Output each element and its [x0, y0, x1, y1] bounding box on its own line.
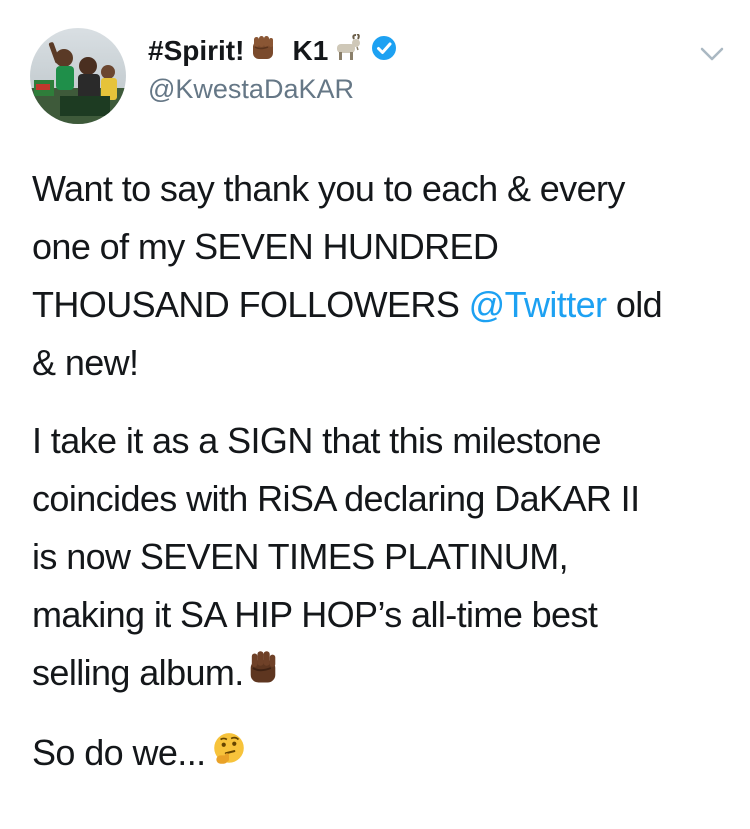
tweet-line: making it SA HIP HOP’s all-time best	[32, 594, 598, 635]
tweet-paragraph-3: So do we...	[32, 724, 722, 784]
thinking-face-icon	[210, 727, 248, 785]
tweet-text: Want to say thank you to each & every on…	[32, 160, 722, 805]
tweet-line: So do we...	[32, 724, 722, 784]
tweet-line: one of my SEVEN HUNDRED	[32, 226, 499, 267]
tweet-line: coincides with RiSA declaring DaKAR II	[32, 478, 640, 519]
tweet-line: & new!	[32, 342, 139, 383]
tweet-menu-button[interactable]	[696, 38, 728, 70]
tweet-line: THOUSAND FOLLOWERS @Twitter old	[32, 276, 722, 334]
tweet-line: selling album.	[32, 644, 722, 704]
tweet-text-segment: THOUSAND FOLLOWERS	[32, 284, 469, 325]
tweet-text-segment: old	[606, 284, 663, 325]
goat-icon	[330, 32, 362, 69]
tweet-line: Want to say thank you to each & every	[32, 168, 625, 209]
author-handle[interactable]: @KwestaDaKAR	[148, 74, 398, 105]
raised-fist-icon	[246, 646, 280, 704]
tweet-header: #Spirit! K1 @KwestaDaKAR	[30, 28, 730, 128]
tweet-line: I take it as a SIGN that this milestone	[32, 420, 601, 461]
tweet-paragraph-1: Want to say thank you to each & every on…	[32, 160, 722, 392]
display-name[interactable]: #Spirit! K1	[148, 32, 398, 70]
twitter-mention-link[interactable]: @Twitter	[469, 284, 607, 325]
avatar-photo-icon	[30, 28, 126, 124]
tweet-card: #Spirit! K1 @KwestaDaKAR Want to say tha…	[0, 0, 750, 829]
tweet-line: is now SEVEN TIMES PLATINUM,	[32, 536, 569, 577]
avatar[interactable]	[30, 28, 126, 124]
author-names: #Spirit! K1 @KwestaDaKAR	[148, 32, 398, 105]
verified-badge-icon	[370, 34, 398, 69]
tweet-text-segment: selling album.	[32, 652, 244, 693]
display-name-part1: #Spirit!	[148, 35, 245, 66]
tweet-text-segment: So do we...	[32, 732, 206, 774]
raised-fist-icon	[248, 33, 278, 70]
tweet-paragraph-2: I take it as a SIGN that this milestone …	[32, 412, 722, 704]
display-name-part2: K1	[292, 35, 329, 66]
chevron-down-icon	[700, 47, 724, 61]
